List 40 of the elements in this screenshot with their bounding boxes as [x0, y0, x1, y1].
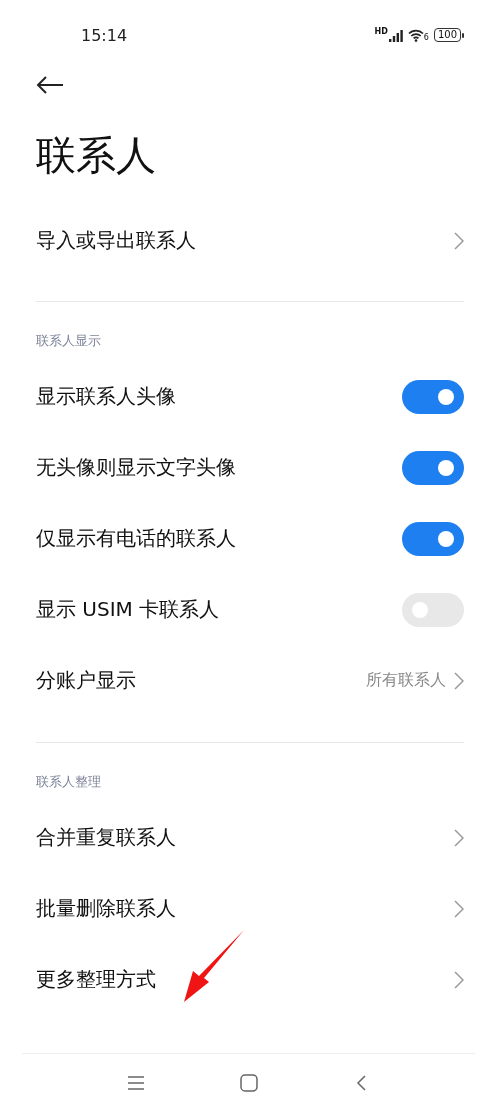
- row-label: 导入或导出联系人: [36, 227, 196, 254]
- section-header: 联系人整理: [36, 773, 102, 791]
- back-icon[interactable]: [356, 1075, 366, 1091]
- settings-row[interactable]: 合并重复联系人: [36, 802, 464, 873]
- row-label: 批量删除联系人: [36, 895, 176, 922]
- page-title: 联系人: [35, 131, 157, 180]
- chevron-right-icon: [454, 231, 464, 250]
- battery-indicator: 100: [433, 28, 461, 42]
- settings-row[interactable]: 导入或导出联系人: [36, 205, 464, 276]
- settings-row[interactable]: 分账户显示 所有联系人: [36, 645, 464, 716]
- row-label: 显示 USIM 卡联系人: [36, 596, 220, 623]
- settings-row[interactable]: 更多整理方式: [36, 944, 464, 1015]
- row-label: 无头像则显示文字头像: [36, 454, 236, 481]
- home-icon[interactable]: [240, 1074, 258, 1092]
- row-value: 所有联系人: [366, 670, 446, 691]
- wifi-icon: [407, 28, 424, 42]
- row-label: 分账户显示: [36, 667, 136, 694]
- chevron-right-icon: [454, 970, 464, 989]
- row-label: 更多整理方式: [36, 966, 156, 993]
- signal-icon: [388, 30, 403, 42]
- chevron-right-icon: [454, 828, 464, 847]
- section-header: 联系人显示: [36, 332, 102, 350]
- wifi-label: 6: [423, 33, 429, 42]
- toggle-switch[interactable]: [402, 521, 464, 556]
- settings-row[interactable]: 显示 USIM 卡联系人: [36, 574, 464, 645]
- status-time: 15:14: [81, 25, 128, 45]
- menu-icon[interactable]: [127, 1076, 145, 1090]
- settings-row[interactable]: 无头像则显示文字头像: [36, 432, 464, 503]
- back-arrow-icon[interactable]: [36, 76, 64, 94]
- chevron-right-icon: [454, 899, 464, 918]
- chevron-right-icon: [454, 671, 464, 690]
- toggle-switch[interactable]: [402, 379, 464, 414]
- row-label: 显示联系人头像: [36, 383, 176, 410]
- row-label: 仅显示有电话的联系人: [36, 525, 236, 552]
- settings-row[interactable]: 仅显示有电话的联系人: [36, 503, 464, 574]
- toggle-switch[interactable]: [402, 450, 464, 485]
- signal-label: HD: [374, 28, 388, 36]
- settings-row[interactable]: 显示联系人头像: [36, 361, 464, 432]
- settings-row[interactable]: 批量删除联系人: [36, 873, 464, 944]
- row-label: 合并重复联系人: [36, 824, 176, 851]
